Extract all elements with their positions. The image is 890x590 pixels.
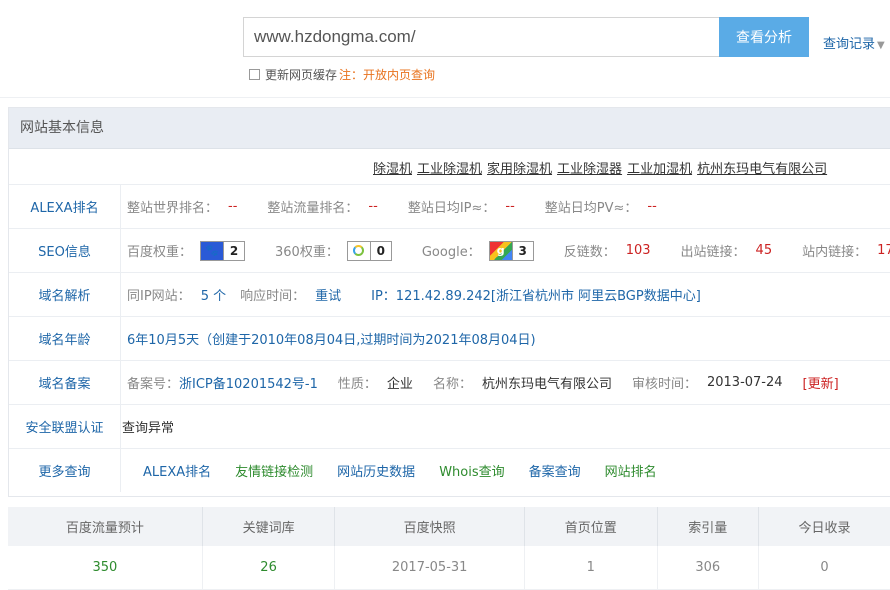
cache-label[interactable]: 更新网页缓存	[265, 66, 337, 83]
today-indexed-value: 0	[758, 546, 890, 590]
more-link-whois[interactable]: Whois查询	[439, 461, 504, 480]
panel-title: 网站基本信息	[9, 108, 890, 149]
dns-label[interactable]: 域名解析	[9, 273, 121, 316]
360-weight-badge[interactable]: 0	[346, 240, 392, 261]
domain-age-value: 6年10月5天（创建于2010年08月04日,过期时间为2021年08月04日)	[127, 333, 536, 348]
stats-header: 今日收录	[758, 507, 890, 546]
360-logo-icon	[347, 241, 370, 260]
search-bar: 查看分析	[243, 17, 809, 57]
history-dropdown[interactable]: 查询记录 ▼	[823, 33, 885, 52]
icp-date-label: 审核时间：	[631, 377, 697, 392]
security-row: 安全联盟认证 查询异常	[9, 404, 890, 448]
keyword-item[interactable]: 除湿机	[373, 162, 412, 177]
more-link-rank[interactable]: 网站排名	[605, 461, 657, 480]
inner-page-note[interactable]: 注：开放内页查询	[339, 66, 435, 83]
baidu-weight-value: 2	[223, 241, 244, 260]
baidu-traffic-value[interactable]: 350	[8, 546, 203, 590]
stats-header: 首页位置	[524, 507, 658, 546]
stats-header-row: 百度流量预计 关键词库 百度快照 首页位置 索引量 今日收录	[8, 507, 890, 546]
home-position-value: 1	[524, 546, 658, 590]
traffic-rank-label: 整站流量排名：	[267, 201, 359, 216]
baidu-paw-icon: 🐾	[201, 241, 224, 260]
security-label[interactable]: 安全联盟认证	[9, 405, 121, 448]
keyword-item[interactable]: 杭州东玛电气有限公司	[697, 162, 827, 177]
360-weight-value: 0	[369, 241, 391, 260]
chevron-down-icon: ▼	[877, 40, 885, 51]
stats-table: 百度流量预计 关键词库 百度快照 首页位置 索引量 今日收录 350 26 20…	[8, 507, 890, 590]
stats-header: 百度流量预计	[8, 507, 203, 546]
domain-age-label[interactable]: 域名年龄	[9, 317, 121, 360]
icp-name-label: 名称：	[432, 377, 472, 392]
icp-date-value: 2013-07-24	[706, 375, 783, 390]
daily-ip-label: 整站日均IP≈：	[407, 201, 496, 216]
google-pr-badge[interactable]: g 3	[488, 240, 534, 261]
keyword-item[interactable]: 家用除湿机	[487, 162, 552, 177]
google-pr-label: Google：	[421, 245, 481, 260]
world-rank-label: 整站世界排名：	[127, 201, 219, 216]
seo-row: SEO信息 百度权重： 🐾 2 360权重： 0 Google： g 3 反链数…	[9, 228, 890, 272]
site-keywords: 除湿机 工业除湿机 家用除湿机 工业除湿器 工业加湿机 杭州东玛电气有限公司	[373, 158, 832, 177]
daily-pv-label: 整站日均PV≈：	[544, 201, 638, 216]
icp-type-label: 性质：	[337, 377, 377, 392]
outlinks-value[interactable]: 45	[756, 243, 773, 258]
url-input[interactable]	[243, 17, 719, 57]
snapshot-date-value: 2017-05-31	[334, 546, 525, 590]
icp-no-label: 备案号：	[127, 377, 180, 392]
site-info-panel: 网站基本信息 除湿机 工业除湿机 家用除湿机 工业除湿器 工业加湿机 杭州东玛电气有限公司…	[8, 107, 890, 497]
keyword-item[interactable]: 工业除湿机	[417, 162, 482, 177]
keyword-item[interactable]: 工业除湿器	[557, 162, 622, 177]
security-value: 查询异常	[122, 421, 175, 436]
same-ip-label: 同IP网站：	[127, 289, 191, 304]
innerlinks-label: 站内链接：	[802, 245, 868, 260]
analyze-button[interactable]: 查看分析	[719, 17, 809, 57]
keyword-item[interactable]: 工业加湿机	[627, 162, 692, 177]
index-count-value: 306	[657, 546, 759, 590]
icp-name-value: 杭州东玛电气有限公司	[481, 377, 612, 392]
stats-value-row: 350 26 2017-05-31 1 306 0	[8, 546, 890, 590]
icp-label[interactable]: 域名备案	[9, 361, 121, 404]
icp-update-link[interactable]: [更新]	[803, 373, 839, 392]
more-link-alexa[interactable]: ALEXA排名	[143, 461, 211, 480]
same-ip-count[interactable]: 5 个	[201, 285, 226, 304]
icp-no-value[interactable]: 浙ICP备10201542号-1	[179, 373, 318, 392]
ip-location[interactable]: IP：121.42.89.242[浙江省杭州市 阿里云BGP数据中心]	[371, 285, 701, 304]
alexa-row: ALEXA排名 整站世界排名： -- 整站流量排名： -- 整站日均IP≈： -…	[9, 184, 890, 228]
backlinks-value[interactable]: 103	[626, 243, 651, 258]
icp-row: 域名备案 备案号： 浙ICP备10201542号-1 性质： 企业 名称： 杭州…	[9, 360, 890, 404]
seo-label[interactable]: SEO信息	[9, 229, 121, 272]
world-rank-value: --	[228, 199, 238, 214]
more-label: 更多查询	[9, 449, 121, 492]
alexa-label[interactable]: ALEXA排名	[9, 185, 121, 228]
daily-pv-value: --	[647, 199, 657, 214]
history-label: 查询记录	[823, 37, 876, 52]
baidu-weight-label: 百度权重：	[127, 245, 193, 260]
daily-ip-value: --	[505, 199, 515, 214]
more-link-icp[interactable]: 备案查询	[529, 461, 581, 480]
backlinks-label: 反链数：	[563, 245, 616, 260]
dns-row: 域名解析 同IP网站： 5 个 响应时间： 重试 IP：121.42.89.24…	[9, 272, 890, 316]
divider	[0, 97, 890, 98]
icp-type-value: 企业	[386, 377, 413, 392]
stats-header: 关键词库	[202, 507, 336, 546]
google-pr-value: 3	[511, 241, 533, 260]
stats-header: 索引量	[657, 507, 759, 546]
more-link-friendlinks[interactable]: 友情链接检测	[235, 461, 313, 480]
outlinks-label: 出站链接：	[680, 245, 746, 260]
cache-checkbox[interactable]	[249, 69, 260, 80]
stats-header: 百度快照	[334, 507, 525, 546]
cache-option: 更新网页缓存 注：开放内页查询	[249, 66, 435, 83]
google-logo-icon: g	[489, 241, 512, 260]
baidu-weight-badge[interactable]: 🐾 2	[200, 240, 246, 261]
more-row: 更多查询 ALEXA排名 友情链接检测 网站历史数据 Whois查询 备案查询 …	[9, 448, 890, 492]
keyword-count-value[interactable]: 26	[202, 546, 336, 590]
innerlinks-value[interactable]: 17	[877, 243, 890, 258]
response-time-label: 响应时间：	[240, 289, 306, 304]
traffic-rank-value: --	[368, 199, 378, 214]
domain-age-row: 域名年龄 6年10月5天（创建于2010年08月04日,过期时间为2021年08…	[9, 316, 890, 360]
more-link-history[interactable]: 网站历史数据	[337, 461, 415, 480]
360-weight-label: 360权重：	[275, 245, 339, 260]
retry-link[interactable]: 重试	[315, 285, 341, 304]
